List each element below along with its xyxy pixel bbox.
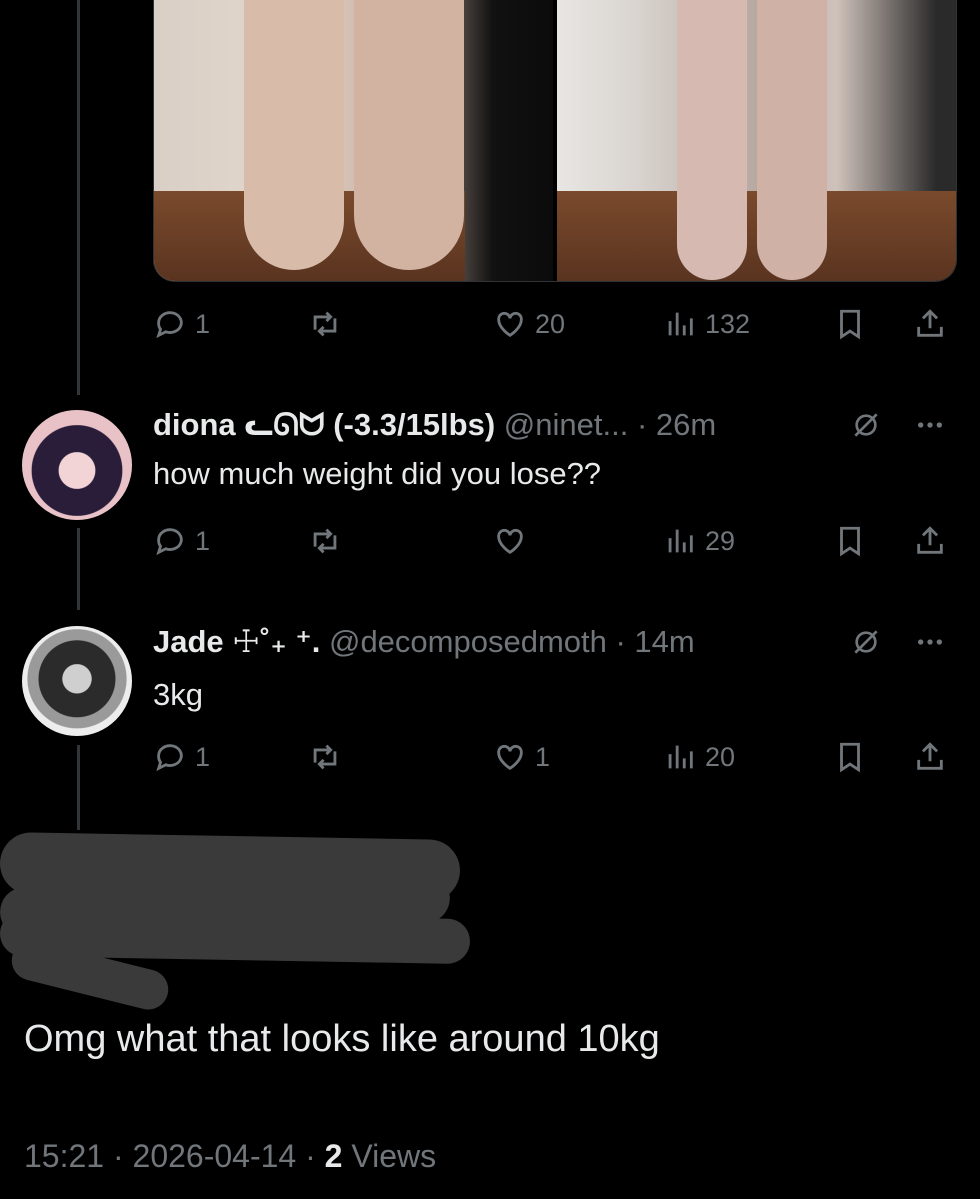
views-count: 29 <box>705 525 736 556</box>
display-name[interactable]: Jade ☩˚₊ ⁺. <box>153 624 320 659</box>
more-icon[interactable] <box>914 626 946 658</box>
reply-header: diona ᓚᘏᗢ (-3.3/15lbs) @ninet... · 26m <box>153 405 716 445</box>
reply-text: how much weight did you lose?? <box>153 456 602 491</box>
reply-count: 1 <box>195 308 211 339</box>
more-icon[interactable] <box>914 409 946 441</box>
reply-text: 3kg <box>153 677 203 712</box>
bookmark-button[interactable] <box>833 304 867 344</box>
grok-icon[interactable] <box>850 626 882 658</box>
reply-count: 1 <box>195 741 211 772</box>
post-image-before[interactable] <box>154 0 553 281</box>
thread-line <box>77 0 80 395</box>
share-icon <box>917 742 943 770</box>
post-text: Omg what that looks like around 10kg <box>24 1018 660 1060</box>
avatar[interactable] <box>22 626 132 736</box>
views-icon <box>668 745 693 769</box>
views-button[interactable]: 20 <box>663 737 735 777</box>
views-button[interactable]: 132 <box>663 304 750 344</box>
avatar[interactable] <box>22 410 132 520</box>
bookmark-button[interactable] <box>833 737 867 777</box>
bookmark-icon <box>840 742 860 773</box>
views-count: 132 <box>705 308 751 339</box>
reply-button[interactable]: 1 <box>153 521 210 561</box>
views-icon <box>668 529 693 553</box>
like-button[interactable]: 20 <box>493 304 565 344</box>
bookmark-button[interactable] <box>833 521 867 561</box>
bookmark-icon <box>840 526 860 557</box>
reply-icon <box>156 744 183 772</box>
reply-header-icons <box>850 405 946 445</box>
views-icon <box>668 312 693 336</box>
like-button[interactable] <box>493 521 535 561</box>
reply-button[interactable]: 1 <box>153 737 210 777</box>
reply-action-bar: 1 29 <box>153 521 953 561</box>
thread-line <box>77 528 80 610</box>
views-button[interactable]: 29 <box>663 521 735 561</box>
post-metadata: 15:21 · 2026-04-14 · 2 Views <box>24 1138 436 1175</box>
post-views-count: 2 <box>324 1138 343 1174</box>
like-icon <box>497 744 523 771</box>
timestamp[interactable]: · 14m <box>616 624 695 659</box>
share-icon <box>917 526 943 554</box>
retweet-button[interactable] <box>308 521 342 561</box>
reply-action-bar: 1 1 20 <box>153 737 953 777</box>
like-count: 20 <box>535 308 566 339</box>
display-name[interactable]: diona ᓚᘏᗢ (-3.3/15lbs) <box>153 407 495 442</box>
like-icon <box>497 528 523 555</box>
like-icon <box>497 311 523 338</box>
retweet-icon <box>313 744 337 770</box>
post-action-bar: 1 20 132 <box>153 304 953 344</box>
reply-button[interactable]: 1 <box>153 304 210 344</box>
reply-header-icons <box>850 622 946 662</box>
post-views-label: Views <box>342 1138 437 1174</box>
share-button[interactable] <box>913 737 947 777</box>
post-timestamp[interactable]: 15:21 · 2026-04-14 · <box>24 1138 325 1174</box>
retweet-icon <box>313 528 337 554</box>
bookmark-icon <box>840 309 860 340</box>
post-image-after[interactable] <box>557 0 956 281</box>
user-handle[interactable]: @decomposedmoth <box>329 624 607 659</box>
timestamp[interactable]: · 26m <box>637 407 716 442</box>
reply-icon <box>156 528 183 556</box>
share-icon <box>917 309 943 337</box>
share-button[interactable] <box>913 304 947 344</box>
retweet-button[interactable] <box>308 304 342 344</box>
like-count: 1 <box>535 741 551 772</box>
retweet-icon <box>313 311 337 337</box>
post-media[interactable] <box>153 0 957 282</box>
like-button[interactable]: 1 <box>493 737 550 777</box>
retweet-button[interactable] <box>308 737 342 777</box>
user-handle[interactable]: @ninet... <box>504 407 629 442</box>
grok-icon[interactable] <box>850 409 882 441</box>
thread-line <box>77 745 80 830</box>
views-count: 20 <box>705 741 736 772</box>
reply-header: Jade ☩˚₊ ⁺. @decomposedmoth · 14m <box>153 622 695 662</box>
reply-icon <box>156 311 183 339</box>
reply-count: 1 <box>195 525 211 556</box>
share-button[interactable] <box>913 521 947 561</box>
